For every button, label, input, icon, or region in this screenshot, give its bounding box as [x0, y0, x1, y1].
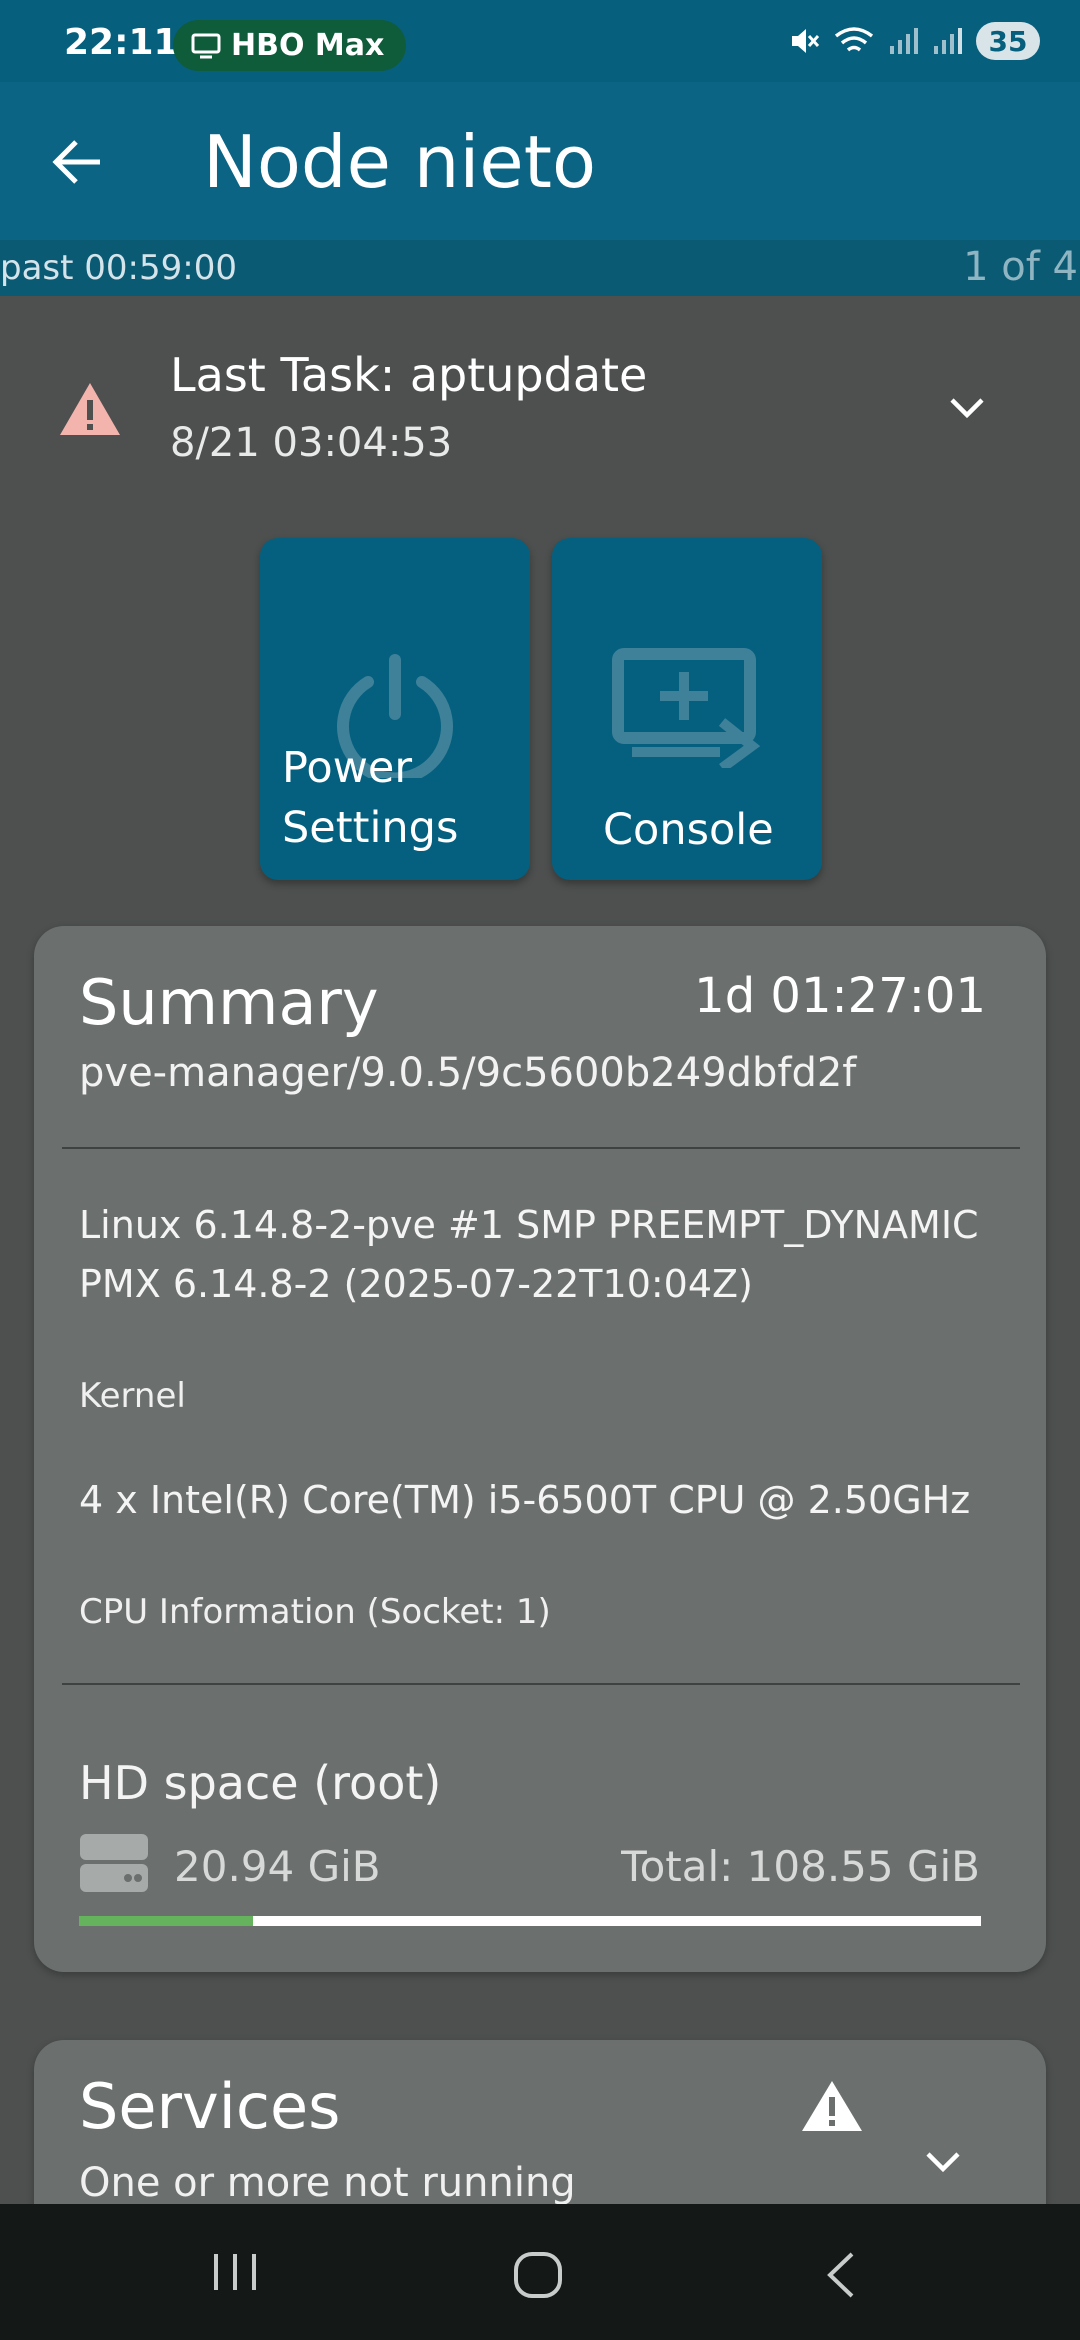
- app-bar: Node nieto: [0, 82, 1080, 240]
- signal-icon-2: [934, 28, 962, 54]
- console-button[interactable]: Console: [552, 538, 822, 880]
- warning-triangle-icon: [60, 383, 120, 435]
- services-title: Services: [79, 2070, 341, 2143]
- summary-title: Summary: [79, 966, 379, 1039]
- back-nav-icon[interactable]: [822, 2250, 858, 2300]
- divider: [62, 1683, 1020, 1685]
- time-range-label: past 00:59:00: [0, 248, 237, 288]
- status-icons: 35: [788, 22, 1040, 60]
- home-icon[interactable]: [512, 2250, 564, 2300]
- hd-space-title: HD space (root): [79, 1756, 442, 1810]
- hd-used-value: 20.94 GiB: [174, 1842, 381, 1891]
- mute-icon: [792, 29, 820, 53]
- chevron-down-icon[interactable]: [948, 396, 986, 420]
- last-task-title: Last Task: aptupdate: [170, 348, 648, 402]
- media-pill[interactable]: HBO Max: [173, 20, 407, 71]
- media-pill-label: HBO Max: [231, 28, 385, 63]
- cpu-label: CPU Information (Socket: 1): [79, 1592, 551, 1632]
- kernel-value: Linux 6.14.8-2-pve #1 SMP PREEMPT_DYNAMI…: [79, 1203, 979, 1306]
- last-task-time: 8/21 03:04:53: [170, 420, 453, 466]
- cpu-value: 4 x Intel(R) Core(TM) i5-6500T CPU @ 2.5…: [79, 1478, 971, 1522]
- page-title: Node nieto: [203, 120, 597, 204]
- recent-apps-icon[interactable]: [210, 2250, 260, 2294]
- hd-usage-fill: [79, 1916, 254, 1926]
- status-time: 22:11: [64, 22, 179, 63]
- hd-usage-bar: [79, 1916, 981, 1926]
- summary-card: Summary 1d 01:27:01 pve-manager/9.0.5/9c…: [34, 926, 1046, 1972]
- last-task-row[interactable]: Last Task: aptupdate 8/21 03:04:53: [0, 330, 1080, 480]
- battery-indicator: 35: [976, 22, 1040, 60]
- console-label: Console: [603, 805, 774, 855]
- power-settings-button[interactable]: Power Settings: [260, 538, 530, 880]
- system-nav-bar: [0, 2204, 1080, 2340]
- status-bar: 22:11 HBO Max 35: [0, 0, 1080, 82]
- kernel-label: Kernel: [79, 1376, 186, 1416]
- services-status: One or more not running: [79, 2160, 576, 2206]
- back-arrow-icon[interactable]: [50, 137, 106, 187]
- warning-triangle-icon: [802, 2081, 862, 2131]
- divider: [62, 1147, 1020, 1149]
- hard-drive-icon: [80, 1834, 148, 1892]
- tv-icon: [191, 33, 221, 58]
- wifi-icon: [834, 27, 874, 52]
- summary-version: pve-manager/9.0.5/9c5600b249dbfd2f: [79, 1050, 857, 1096]
- console-icon: [612, 648, 761, 768]
- page-counter: 1 of 4: [963, 244, 1078, 290]
- time-range-strip: past 00:59:00 1 of 4: [0, 240, 1080, 296]
- power-settings-label: Power Settings: [282, 743, 459, 853]
- chevron-down-icon[interactable]: [924, 2150, 962, 2174]
- summary-uptime: 1d 01:27:01: [694, 968, 986, 1024]
- signal-icon: [890, 28, 918, 54]
- hd-total-value: Total: 108.55 GiB: [621, 1842, 980, 1891]
